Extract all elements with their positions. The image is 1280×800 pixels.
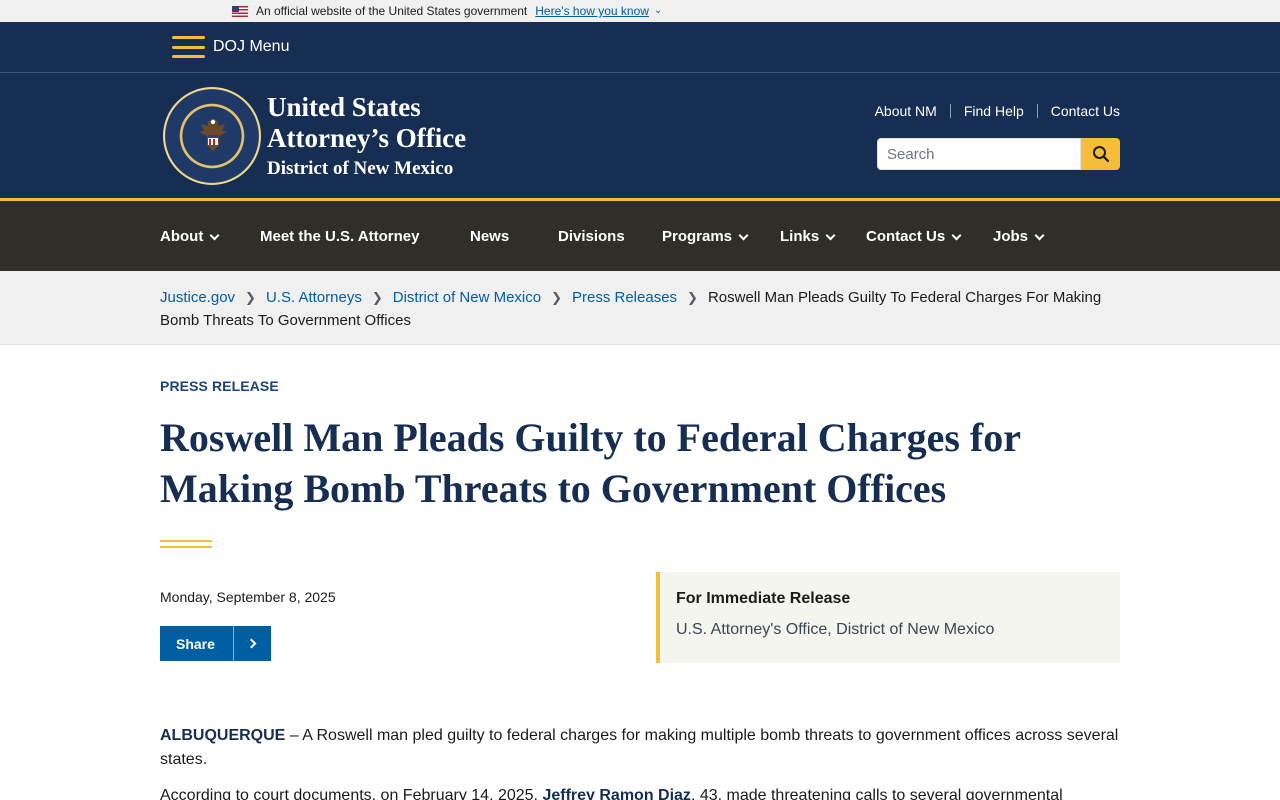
nav-item-links[interactable]: Links [780, 228, 836, 245]
util-link-contact-us[interactable]: Contact Us [1051, 103, 1120, 119]
search-button[interactable] [1081, 138, 1120, 170]
share-label: Share [176, 635, 215, 652]
breadcrumb-link-us-attorneys[interactable]: U.S. Attorneys [266, 289, 362, 306]
paragraph: ALBUQUERQUE – A Roswell man pled guilty … [160, 724, 1120, 772]
chevron-right-icon: ❯ [371, 290, 383, 305]
nav-item-divisions[interactable]: Divisions [558, 228, 625, 245]
release-info-office: U.S. Attorney's Office, District of New … [676, 621, 995, 638]
page-title: Roswell Man Pleads Guilty to Federal Cha… [160, 415, 1021, 511]
util-link-find-help[interactable]: Find Help [964, 103, 1024, 119]
chevron-down-icon [1034, 230, 1045, 241]
search-icon [1092, 146, 1109, 163]
article-body: ALBUQUERQUE – A Roswell man pled guilty … [160, 724, 1120, 800]
chevron-down-icon [951, 230, 962, 241]
release-info-title: For Immediate Release [676, 590, 851, 607]
doj-menu-button[interactable]: DOJ Menu [213, 38, 289, 56]
share-button[interactable]: Share [160, 626, 271, 661]
chevron-down-icon [825, 230, 836, 241]
release-date: Monday, September 8, 2025 [160, 589, 336, 605]
nav-item-label: Divisions [558, 228, 625, 245]
defendant-name: Jeffrey Ramon Diaz [542, 787, 691, 800]
paragraph-text: – A Roswell man pled guilty to federal c… [160, 727, 1119, 768]
nav-item-label: News [470, 228, 510, 245]
breadcrumb-link-justice-gov[interactable]: Justice.gov [160, 289, 235, 306]
nav-item-meet-the-us-attorney[interactable]: Meet the U.S. Attorney [260, 228, 419, 245]
press-release-eyebrow: PRESS RELEASE [160, 378, 279, 394]
chevron-down-icon [738, 230, 749, 241]
dateline-place: ALBUQUERQUE [160, 727, 286, 744]
agency-name[interactable]: United States Attorney’s Office District… [267, 92, 466, 182]
us-flag-icon [232, 5, 248, 17]
paragraph: According to court documents, on Februar… [160, 784, 1120, 800]
agency-line-1: United States [267, 92, 421, 122]
doj-seal-logo[interactable] [163, 87, 261, 185]
chevron-right-icon [234, 638, 271, 649]
gov-banner: An official website of the United States… [0, 0, 1280, 22]
utility-links: About NM Find Help Contact Us [875, 103, 1120, 119]
nav-item-label: Contact Us [866, 228, 946, 245]
release-info-box: For Immediate Release U.S. Attorney's Of… [656, 572, 1120, 663]
chevron-down-icon [209, 230, 220, 241]
eagle-icon [199, 119, 227, 151]
search-input[interactable] [877, 138, 1081, 170]
title-divider [160, 540, 212, 548]
chevron-right-icon: ❯ [245, 290, 256, 305]
nav-item-about[interactable]: About [160, 228, 220, 245]
doj-menu-bar: DOJ Menu [0, 22, 1280, 73]
divider [1036, 104, 1038, 118]
search-form [877, 138, 1120, 170]
nav-item-news[interactable]: News [470, 228, 509, 245]
nav-item-jobs[interactable]: Jobs [993, 228, 1045, 245]
breadcrumb-link-district-of-new-mexico[interactable]: District of New Mexico [393, 289, 541, 306]
nav-item-label: Meet the U.S. Attorney [260, 228, 420, 245]
nav-item-contact-us[interactable]: Contact Us [866, 228, 962, 245]
chevron-down-icon[interactable]: ⌄ [654, 5, 662, 16]
paragraph-text: According to court documents, on Februar… [160, 787, 543, 800]
nav-item-label: Programs [662, 228, 733, 245]
main-nav: About Meet the U.S. Attorney News Divisi… [0, 198, 1280, 271]
hamburger-menu-icon[interactable] [172, 36, 205, 58]
site-header: United States Attorney’s Office District… [0, 73, 1280, 198]
breadcrumb: Justice.gov ❯ U.S. Attorneys ❯ District of N… [0, 271, 1280, 345]
gov-banner-text: An official website of the United States… [256, 4, 528, 18]
nav-item-programs[interactable]: Programs [662, 228, 749, 245]
nav-item-label: About [160, 228, 204, 245]
nav-item-label: Jobs [993, 228, 1029, 245]
heres-how-you-know-link[interactable]: Here's how you know [535, 4, 649, 18]
paragraph-text: , 43, made threatening calls to several … [690, 787, 1063, 800]
nav-item-label: Links [780, 228, 820, 245]
util-link-about-nm[interactable]: About NM [875, 103, 937, 119]
divider [949, 104, 951, 118]
agency-line-3: District of New Mexico [267, 158, 454, 179]
divider [233, 626, 234, 661]
chevron-right-icon: ❯ [551, 290, 562, 305]
agency-line-2: Attorney’s Office [267, 123, 467, 153]
chevron-right-icon: ❯ [687, 290, 698, 305]
breadcrumb-link-press-releases[interactable]: Press Releases [572, 289, 677, 306]
